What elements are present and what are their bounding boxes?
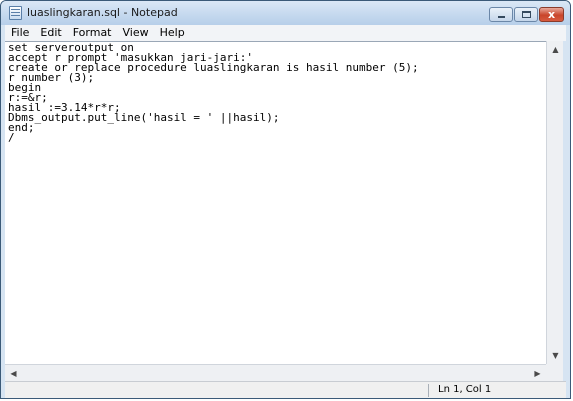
caption-buttons: x: [488, 7, 564, 23]
scroll-left-icon[interactable]: ◀: [5, 365, 22, 382]
horizontal-scrollbar[interactable]: ◀ ▶: [5, 364, 546, 381]
code-line-8: Dbms_output.put_line('hasil = ' ||hasil)…: [8, 111, 280, 124]
menu-format[interactable]: Format: [67, 25, 117, 41]
status-bar: Ln 1, Col 1: [5, 381, 566, 398]
menu-edit[interactable]: Edit: [34, 25, 66, 41]
scroll-up-icon[interactable]: ▲: [547, 41, 564, 58]
notepad-window: luaslingkaran.sql - Notepad x File Edit …: [0, 0, 571, 399]
menu-file[interactable]: File: [5, 25, 34, 41]
minimize-icon: [498, 16, 505, 18]
window-title: luaslingkaran.sql - Notepad: [27, 6, 178, 19]
code-text[interactable]: set serveroutput on accept r prompt 'masu…: [5, 42, 546, 143]
scrollbar-corner: [546, 364, 563, 381]
cursor-position: Ln 1, Col 1: [438, 384, 492, 395]
minimize-button[interactable]: [489, 7, 513, 22]
code-line-4: r number (3);: [8, 71, 95, 84]
maximize-button[interactable]: [514, 7, 538, 22]
scroll-right-icon[interactable]: ▶: [529, 365, 546, 382]
maximize-icon: [522, 11, 531, 18]
title-bar[interactable]: luaslingkaran.sql - Notepad x: [1, 1, 570, 25]
code-line-9: end;: [8, 121, 35, 134]
scroll-down-icon[interactable]: ▼: [547, 347, 564, 364]
vertical-scrollbar[interactable]: ▲ ▼: [546, 41, 563, 364]
close-icon: x: [547, 8, 556, 21]
close-button[interactable]: x: [539, 7, 564, 22]
status-divider: [428, 384, 429, 397]
code-line-10: /: [8, 131, 15, 144]
notepad-app-icon[interactable]: [9, 6, 22, 20]
menu-help[interactable]: Help: [154, 25, 190, 41]
text-editor-area[interactable]: set serveroutput on accept r prompt 'masu…: [5, 41, 546, 364]
menu-bar: File Edit Format View Help: [5, 25, 566, 41]
code-line-5: begin: [8, 81, 42, 94]
menu-view[interactable]: View: [117, 25, 154, 41]
